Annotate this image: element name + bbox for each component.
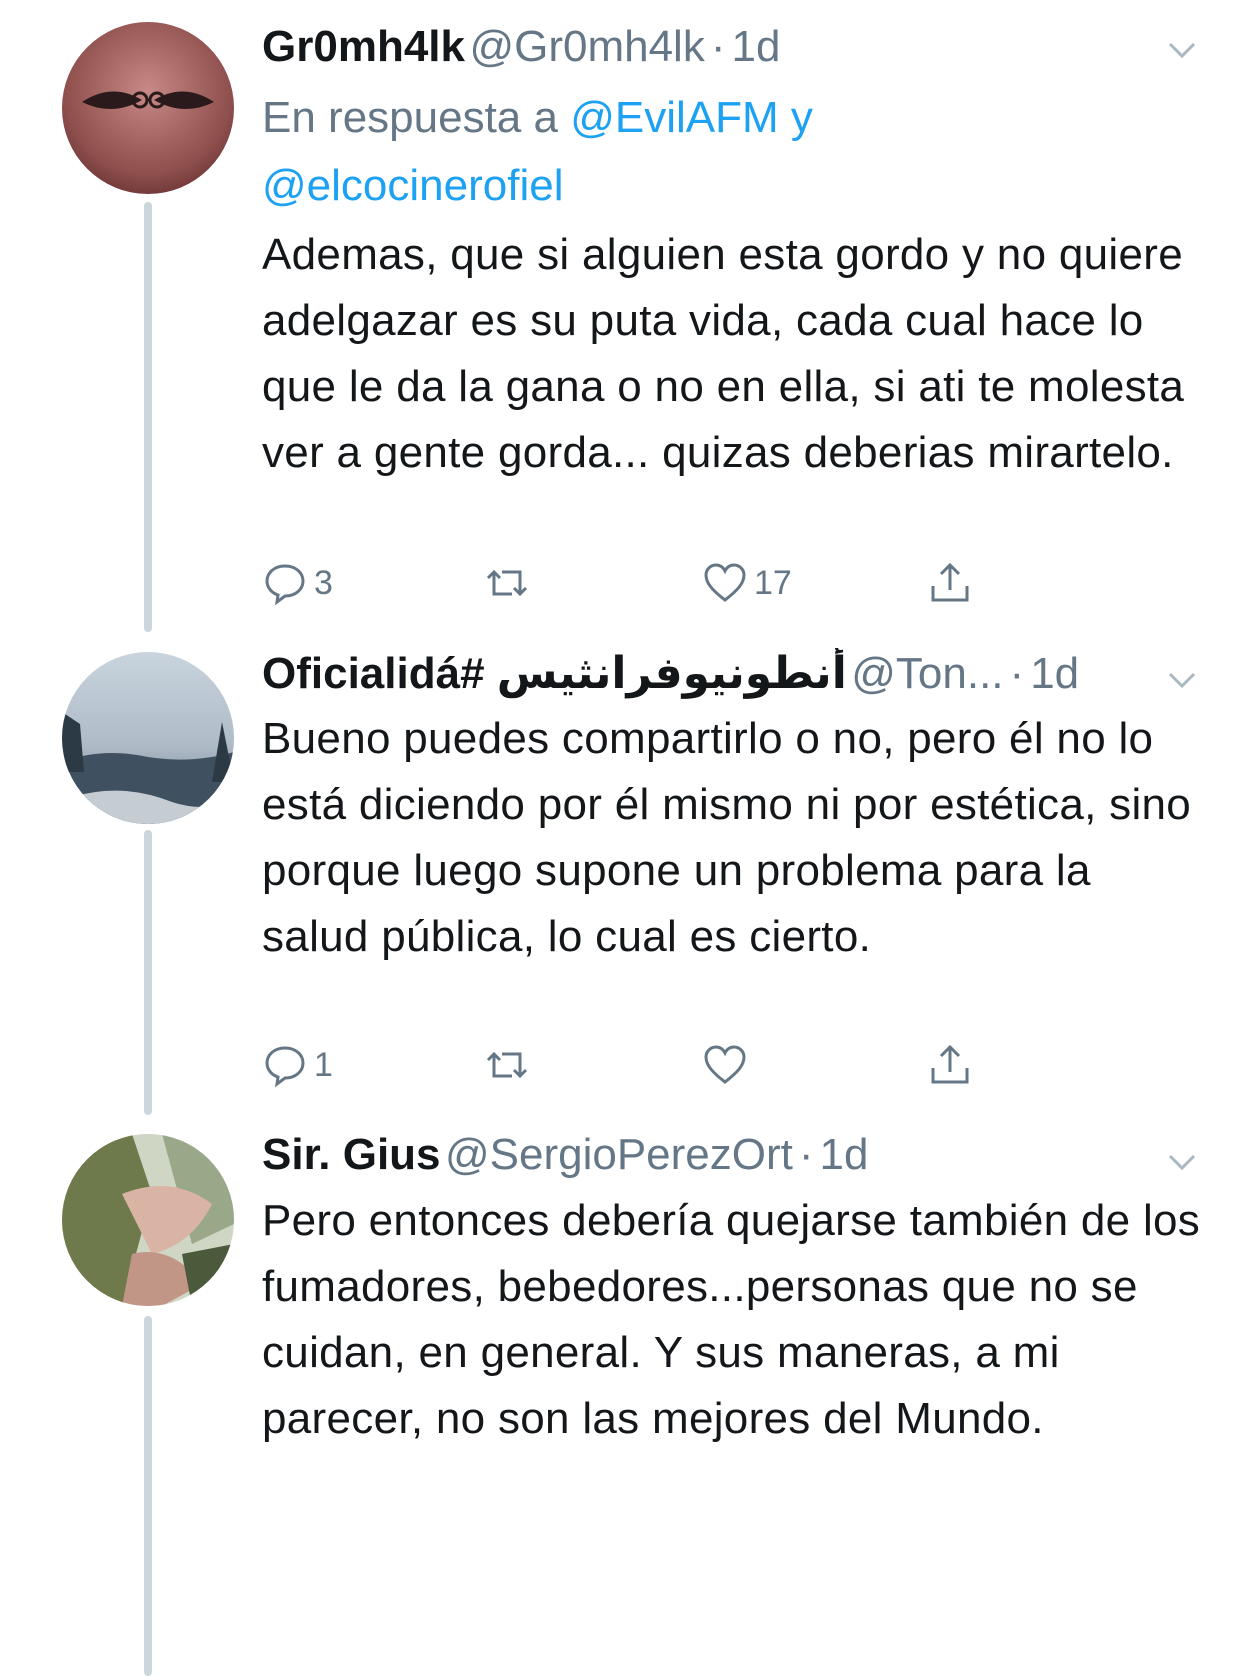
chevron-down-icon[interactable] [1162,1142,1202,1182]
display-name[interactable]: Gr0mh4lk [262,22,465,71]
tweet-1[interactable]: Gr0mh4lk @Gr0mh4lk · 1d En respuesta a @Ev… [0,0,1242,640]
display-name[interactable]: Sir. Gius [262,1130,441,1179]
retweet-icon [486,569,528,597]
user-handle[interactable]: @Gr0mh4lk [469,22,704,71]
separator-dot: · [798,1130,814,1179]
retweet-button[interactable] [484,560,530,606]
avatar[interactable] [62,22,234,194]
chevron-down-icon[interactable] [1162,30,1202,70]
share-icon [931,1044,969,1084]
timestamp[interactable]: 1d [1030,649,1079,698]
reply-button[interactable]: 1 [262,1042,333,1088]
display-name[interactable]: Oficialidá# أنطونيوفرانثيس [262,649,847,698]
thread-line [144,202,152,632]
reply-icon [265,564,305,606]
timestamp[interactable]: 1d [731,22,780,71]
tweet-3[interactable]: Sir. Gius @SergioPerezOrt · 1d Pero entonc… [0,1120,1242,1676]
reply-context: En respuesta a @EvilAFM y @elcocinerofie… [262,84,1162,220]
thread-line [144,830,152,1115]
user-handle[interactable]: @SergioPerezOrt [445,1130,793,1179]
retweet-icon [486,1051,528,1079]
reply-icon [265,1046,305,1088]
tweet-header: Oficialidá# أنطونيوفرانثيس @Ton... · 1d [262,648,1202,708]
like-count: 17 [754,563,792,602]
tweet-2[interactable]: Oficialidá# أنطونيوفرانثيس @Ton... · 1d Bu… [0,640,1242,1120]
reply-joiner: y [790,93,813,142]
user-handle[interactable]: @Ton... [851,649,1003,698]
tweet-header: Gr0mh4lk @Gr0mh4lk · 1d [262,22,1202,82]
tweet-text: Ademas, que si alguien esta gordo y no q… [262,230,1185,477]
retweet-button[interactable] [484,1042,530,1088]
separator-dot: · [710,22,726,71]
tweet-header: Sir. Gius @SergioPerezOrt · 1d [262,1130,1202,1190]
tweet-text: Bueno puedes compartirlo o no, pero él n… [262,714,1192,961]
like-button[interactable]: 17 [702,560,792,606]
reply-count: 1 [314,1045,333,1084]
reply-mention-link[interactable]: @elcocinerofiel [262,161,563,210]
separator-dot: · [1009,649,1025,698]
reply-count: 3 [314,563,333,602]
reply-button[interactable]: 3 [262,560,333,606]
tweet-text: Pero entonces debería quejarse también d… [262,1196,1201,1443]
thread-line [144,1316,152,1676]
tweet-actions: 1 [262,1042,1062,1102]
reply-mention-link[interactable]: @EvilAFM [570,93,778,142]
share-button[interactable] [927,1042,973,1088]
like-button[interactable] [702,1042,754,1088]
avatar[interactable] [62,1134,234,1306]
avatar[interactable] [62,652,234,824]
share-icon [931,562,969,602]
tweet-actions: 3 17 [262,560,1062,620]
timestamp[interactable]: 1d [820,1130,869,1179]
like-icon [704,1045,746,1084]
share-button[interactable] [927,560,973,606]
like-icon [704,563,746,602]
reply-prefix: En respuesta a [262,93,558,142]
chevron-down-icon[interactable] [1162,660,1202,700]
